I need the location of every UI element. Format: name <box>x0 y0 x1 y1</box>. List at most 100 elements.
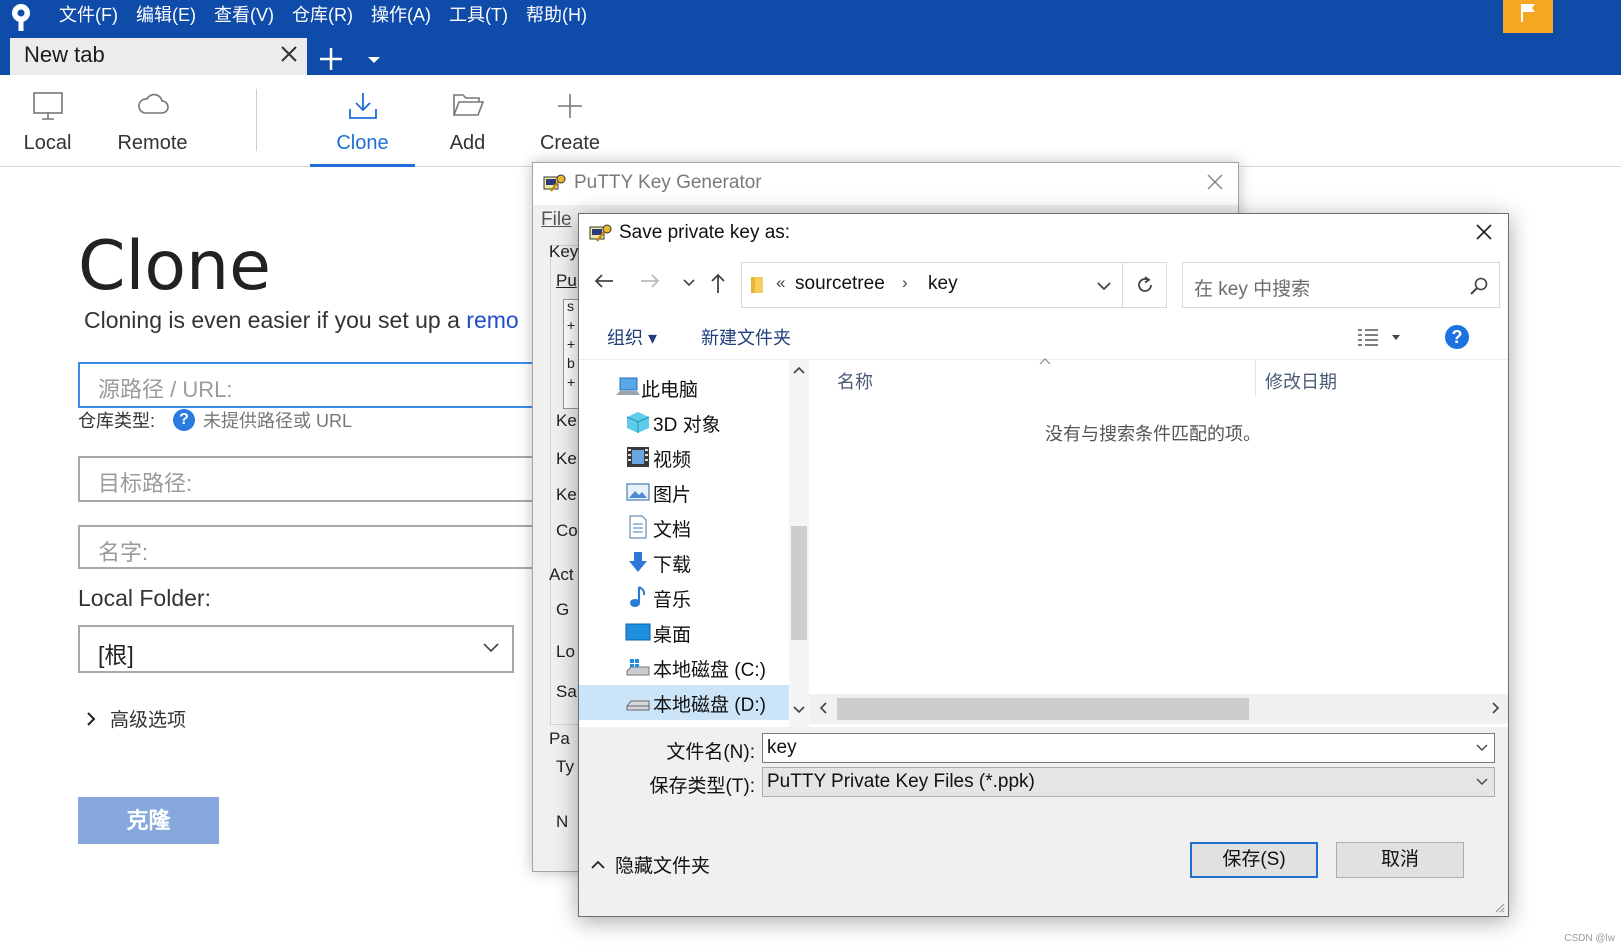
hide-folders-toggle[interactable]: 隐藏文件夹 <box>591 851 710 878</box>
scrollbar-thumb[interactable] <box>791 526 807 640</box>
column-divider[interactable] <box>1255 360 1256 396</box>
close-tab-icon[interactable] <box>277 42 301 66</box>
document-icon <box>629 515 647 539</box>
putty-key-group-label: Key <box>549 242 579 261</box>
tree-item-downloads[interactable]: 下载 <box>579 545 789 580</box>
close-icon[interactable] <box>1474 222 1494 242</box>
scroll-right-icon[interactable] <box>1492 702 1500 714</box>
column-header-name[interactable]: 名称 <box>837 368 873 394</box>
remote-account-link[interactable]: remo <box>466 307 518 333</box>
putty-type-label: Ty <box>556 757 574 776</box>
chevron-down-icon[interactable] <box>1476 778 1488 786</box>
organize-button[interactable]: 组织 ▾ <box>607 324 657 350</box>
source-url-input[interactable]: 源路径 / URL: <box>78 362 558 408</box>
clone-subtitle: Cloning is even easier if you set up a r… <box>84 307 519 334</box>
refresh-button[interactable] <box>1123 262 1167 308</box>
add-button[interactable]: Add <box>425 75 510 167</box>
putty-parameters-group-label: Pa <box>549 729 570 748</box>
view-details-icon[interactable] <box>1357 328 1379 348</box>
flag-button[interactable] <box>1503 0 1553 33</box>
tree-item-documents[interactable]: 文档 <box>579 510 789 545</box>
forward-arrow-icon[interactable] <box>639 272 661 290</box>
save-dialog-title-bar: Save private key as: <box>579 214 1508 252</box>
tab-list-chevron-icon[interactable] <box>366 52 382 68</box>
putty-key-passphrase-label: Ke <box>556 485 577 504</box>
scrollbar-thumb[interactable] <box>837 698 1249 720</box>
clone-button[interactable]: 克隆 <box>78 797 219 844</box>
clone-tab-button[interactable]: Clone <box>310 75 415 167</box>
breadcrumb-sourcetree[interactable]: sourcetree <box>795 273 885 295</box>
horizontal-scrollbar[interactable] <box>809 694 1508 724</box>
tree-item-music[interactable]: 音乐 <box>579 580 789 615</box>
save-dialog-title: Save private key as: <box>619 222 791 243</box>
computer-icon <box>616 377 640 395</box>
putty-menu-file[interactable]: File <box>541 209 572 231</box>
tree-label: 本地磁盘 (C:) <box>653 660 766 681</box>
destination-path-input[interactable]: 目标路径: <box>78 456 558 502</box>
name-input[interactable]: 名字: <box>78 525 558 569</box>
filename-input[interactable]: key <box>762 733 1495 763</box>
navigation-scrollbar[interactable] <box>789 360 809 727</box>
tab-new-tab[interactable]: New tab <box>10 38 307 75</box>
putty-key-text-1: s <box>567 298 574 314</box>
tree-label: 桌面 <box>653 625 692 646</box>
tree-item-3d-objects[interactable]: 3D 对象 <box>579 405 789 440</box>
navigation-row: « sourcetree › key 在 key 中搜索 <box>579 252 1508 316</box>
filename-label: 文件名(N): <box>666 742 755 763</box>
tree-item-drive-d[interactable]: 本地磁盘 (D:) <box>579 685 789 720</box>
scroll-down-icon[interactable] <box>793 706 805 714</box>
tree-item-desktop[interactable]: 桌面 <box>579 615 789 650</box>
scroll-left-icon[interactable] <box>819 702 827 714</box>
filetype-select[interactable]: PuTTY Private Key Files (*.ppk) <box>762 767 1495 797</box>
chevron-up-icon <box>591 860 605 869</box>
menu-view[interactable]: 查看(V) <box>207 0 285 30</box>
create-button[interactable]: Create <box>525 75 615 167</box>
menu-tools[interactable]: 工具(T) <box>442 0 519 30</box>
menu-file[interactable]: 文件(F) <box>52 0 129 30</box>
folder-icon <box>751 277 763 293</box>
file-list-pane[interactable]: 名称 修改日期 没有与搜索条件匹配的项。 <box>809 358 1508 727</box>
new-folder-button[interactable]: 新建文件夹 <box>701 324 791 350</box>
tree-item-this-pc[interactable]: 此电脑 <box>579 370 789 405</box>
column-header-date-modified[interactable]: 修改日期 <box>1265 368 1337 394</box>
tree-label: 3D 对象 <box>653 415 721 436</box>
resize-grip-icon[interactable] <box>1493 901 1505 913</box>
putty-key-text-3: + <box>567 336 576 352</box>
remote-button[interactable]: Remote <box>105 75 200 167</box>
view-dropdown-icon[interactable] <box>1391 334 1401 342</box>
tree-item-drive-c[interactable]: 本地磁盘 (C:) <box>579 650 789 685</box>
back-arrow-icon[interactable] <box>593 272 615 290</box>
chevron-down-icon[interactable] <box>1476 744 1488 752</box>
repo-type-row: 仓库类型: ? 未提供路径或 URL <box>78 407 352 433</box>
chevron-down-icon[interactable] <box>1096 281 1112 291</box>
address-overflow-chevrons[interactable]: « <box>776 273 785 293</box>
scroll-up-icon[interactable] <box>793 366 805 374</box>
close-icon[interactable] <box>1206 173 1224 191</box>
cancel-button[interactable]: 取消 <box>1336 842 1464 878</box>
local-folder-select[interactable]: [根] <box>78 625 514 673</box>
watermark: CSDN @lw <box>1564 933 1615 944</box>
tree-item-pictures[interactable]: 图片 <box>579 475 789 510</box>
monitor-icon <box>32 92 63 120</box>
question-circle-icon: ? <box>173 409 196 431</box>
advanced-options-toggle[interactable]: 高级选项 <box>86 705 186 732</box>
menu-repository[interactable]: 仓库(R) <box>285 0 364 30</box>
menu-actions[interactable]: 操作(A) <box>364 0 442 30</box>
menu-edit[interactable]: 编辑(E) <box>129 0 207 30</box>
up-arrow-icon[interactable] <box>709 272 727 294</box>
tree-label: 音乐 <box>653 590 692 611</box>
putty-key-text-4: b <box>567 355 575 371</box>
recent-locations-chevron-icon[interactable] <box>683 279 695 287</box>
search-input[interactable]: 在 key 中搜索 <box>1182 262 1500 308</box>
toolbar-divider <box>256 89 257 151</box>
folder-open-icon <box>452 94 484 116</box>
filetype-value: PuTTY Private Key Files (*.ppk) <box>767 771 1035 792</box>
tree-item-videos[interactable]: 视频 <box>579 440 789 475</box>
breadcrumb-key[interactable]: key <box>928 273 958 295</box>
local-button[interactable]: Local <box>10 75 85 167</box>
help-button[interactable]: ? <box>1445 325 1469 349</box>
menu-help[interactable]: 帮助(H) <box>519 0 598 30</box>
save-button[interactable]: 保存(S) <box>1190 842 1318 878</box>
address-bar[interactable]: « sourcetree › key <box>741 262 1123 308</box>
add-tab-icon[interactable] <box>316 44 346 74</box>
